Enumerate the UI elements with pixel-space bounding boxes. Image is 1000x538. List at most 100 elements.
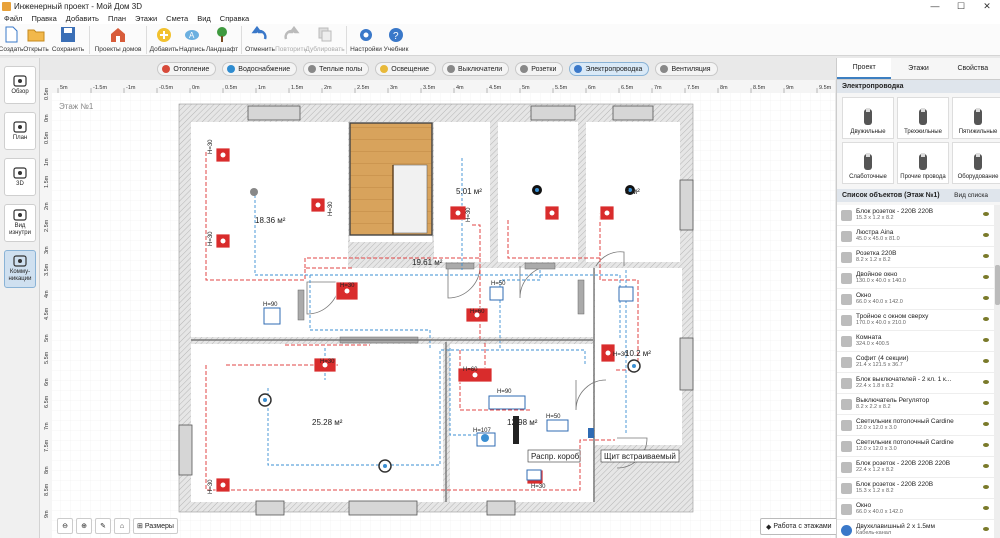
object-list-item[interactable]: Розетка 220В 8.2 x 1.2 x 8.2 (837, 247, 994, 268)
menu-item-2[interactable]: Добавить (66, 14, 99, 23)
wire-type-0[interactable]: Двужильные (842, 97, 894, 139)
category-tab-7[interactable]: Вентиляция (655, 62, 718, 76)
menu-item-4[interactable]: Этажи (135, 14, 157, 23)
staircase[interactable] (349, 122, 433, 236)
toolbar-button-11[interactable]: ? Учебник (382, 24, 410, 56)
wire-type-3[interactable]: Слаботочные (842, 142, 894, 184)
maximize-button[interactable]: ☐ (948, 1, 974, 12)
category-tab-1[interactable]: Водоснабжение (222, 62, 298, 76)
visibility-eye-icon[interactable] (983, 338, 989, 342)
object-list-item[interactable]: Светильник потолочный Cardine 12.0 x 12.0… (837, 415, 994, 436)
visibility-eye-icon[interactable] (983, 275, 989, 279)
nav-inside-view[interactable]: Вид изнутри (4, 204, 36, 242)
ruler-icon[interactable]: ✎ (95, 518, 111, 534)
ruler-tick-label: 2m (44, 202, 50, 210)
category-tab-0[interactable]: Отопление (157, 62, 217, 76)
toolbar-button-1[interactable]: Открыть (22, 24, 50, 56)
category-icon (162, 65, 171, 73)
zoom-out-icon[interactable]: ⊖ (57, 518, 73, 534)
toolbar-button-0[interactable]: Создать (0, 24, 23, 56)
object-list-item[interactable]: Светильник потолочный Cardine 12.0 x 12.0… (837, 436, 994, 457)
menu-item-6[interactable]: Вид (197, 14, 211, 23)
menu-item-5[interactable]: Смета (166, 14, 188, 23)
menu-item-7[interactable]: Справка (220, 14, 249, 23)
visibility-eye-icon[interactable] (983, 296, 989, 300)
object-list-item[interactable]: Окно 66.0 x 40.0 x 142.0 (837, 289, 994, 310)
category-tab-4[interactable]: Выключатели (442, 62, 510, 76)
nav-communications[interactable]: Комму- никации (4, 250, 36, 288)
close-button[interactable]: ✕ (974, 1, 1000, 12)
wire-type-2[interactable]: Пятижильные (952, 97, 1000, 139)
visibility-eye-icon[interactable] (983, 212, 989, 216)
visibility-eye-icon[interactable] (983, 233, 989, 237)
object-list-item[interactable]: Тройное с окном сверху 170.0 x 40.0 x 210… (837, 310, 994, 331)
visibility-eye-icon[interactable] (983, 464, 989, 468)
menu-item-0[interactable]: Файл (4, 14, 22, 23)
object-name: Блок выключателей - 2 кл. 1 к... (856, 376, 952, 383)
object-list-item[interactable]: Блок розеток - 220В 220В 15.3 x 1.2 x 8.2 (837, 205, 994, 226)
nav-eye[interactable]: Обзор (4, 66, 36, 104)
visibility-eye-icon[interactable] (983, 422, 989, 426)
object-list-item[interactable]: Блок выключателей - 2 кл. 1 к... 22.4 x 1… (837, 373, 994, 394)
nav-plan[interactable]: План (4, 112, 36, 150)
object-list-item[interactable]: Двойное окно 130.0 x 40.0 x 140.0 (837, 268, 994, 289)
visibility-eye-icon[interactable] (983, 401, 989, 405)
visibility-eye-icon[interactable] (983, 506, 989, 510)
toolbar-button-4[interactable]: Добавить (150, 24, 178, 56)
object-list-item[interactable]: Комната 324.0 x 400.5 (837, 331, 994, 352)
object-list-item[interactable]: Люстра Aina 45.0 x 45.0 x 81.0 (837, 226, 994, 247)
toolbar-button-9[interactable]: Дублировать (305, 24, 345, 56)
object-name: Блок розеток - 220В 220В (856, 481, 934, 488)
visibility-eye-icon[interactable] (983, 485, 989, 489)
floor-work-button[interactable]: ◆ Работа с этажами (760, 518, 838, 535)
visibility-eye-icon[interactable] (983, 380, 989, 384)
object-list-item[interactable]: Софит (4 секции) 21.4 x 121.5 x 36.7 (837, 352, 994, 373)
toolbar-button-6[interactable]: Ландшафт (206, 24, 238, 56)
visibility-eye-icon[interactable] (983, 527, 989, 531)
home-icon[interactable]: ⌂ (114, 518, 130, 534)
object-list-item[interactable]: Окно 66.0 x 40.0 x 142.0 (837, 499, 994, 520)
minimize-button[interactable]: — (922, 1, 948, 12)
plan-canvas[interactable]: 5m -1.5m -1m -0.5m 0m 0.5m 1m 1.5m 2m 2.5m 3m 3.5m 4… (40, 80, 835, 538)
category-tab-2[interactable]: Теплые полы (303, 62, 370, 76)
category-tab-6[interactable]: Электропроводка (569, 62, 650, 76)
category-tab-3[interactable]: Освещение (375, 62, 437, 76)
object-list-item[interactable]: Выключатель Регулятор 8.2 x 2.2 x 8.2 (837, 394, 994, 415)
right-tab-1[interactable]: Этажи (891, 58, 945, 79)
view-mode-link[interactable]: Вид списка (954, 192, 988, 199)
toolbar-button-2[interactable]: Сохранить (50, 24, 86, 56)
menu-item-3[interactable]: План (108, 14, 126, 23)
toolbar-button-3[interactable]: Проекты домов (93, 24, 143, 56)
visibility-eye-icon[interactable] (983, 359, 989, 363)
object-name: Люстра Aina (856, 229, 894, 236)
menu-item-1[interactable]: Правка (31, 14, 56, 23)
toolbar-button-5[interactable]: A Надпись (178, 24, 206, 56)
toolbar-button-7[interactable]: Отменить (245, 24, 275, 56)
wire-type-5[interactable]: Оборудование (952, 142, 1000, 184)
toolbar-label: Настройки (350, 46, 382, 53)
visibility-eye-icon[interactable] (983, 317, 989, 321)
socket-icon (841, 251, 852, 263)
right-tab-0[interactable]: Проект (837, 58, 892, 79)
zoom-in-icon[interactable]: ⊕ (76, 518, 92, 534)
object-list-item[interactable]: Блок розеток - 220В 220В 15.3 x 1.2 x 8.2 (837, 478, 994, 499)
category-tab-5[interactable]: Розетки (515, 62, 564, 76)
floor-plan-drawing[interactable]: 5m -1.5m -1m -0.5m 0m 0.5m 1m 1.5m 2m 2.5m 3m 3.5m 4… (40, 80, 835, 538)
right-tab-2[interactable]: Свойства (946, 58, 1000, 79)
svg-text:H=30: H=30 (208, 479, 214, 494)
toolbar-button-8[interactable]: Повторить (275, 24, 307, 56)
wire-type-4[interactable]: Прочие провода (897, 142, 949, 184)
scrollbar-thumb[interactable] (995, 265, 1000, 305)
object-list[interactable]: Блок розеток - 220В 220В 15.3 x 1.2 x 8.2… (837, 205, 994, 538)
room-icon (841, 335, 852, 347)
visibility-eye-icon[interactable] (983, 443, 989, 447)
wire-type-1[interactable]: Трехжильные (897, 97, 949, 139)
object-list-scrollbar[interactable] (994, 205, 1000, 538)
category-label: Выключатели (458, 65, 503, 73)
object-list-item[interactable]: Блок розеток - 220В 220В 220В 22.4 x 1.2 … (837, 457, 994, 478)
visibility-eye-icon[interactable] (983, 254, 989, 258)
nav-cube-3d[interactable]: 3D (4, 158, 36, 196)
dimensions-button[interactable]: ⊞ Размеры (133, 518, 178, 534)
object-list-item[interactable]: Двухклавишный 2 x 1.5мм Кабель-канал (837, 520, 994, 538)
toolbar-button-10[interactable]: Настройки (350, 24, 382, 56)
